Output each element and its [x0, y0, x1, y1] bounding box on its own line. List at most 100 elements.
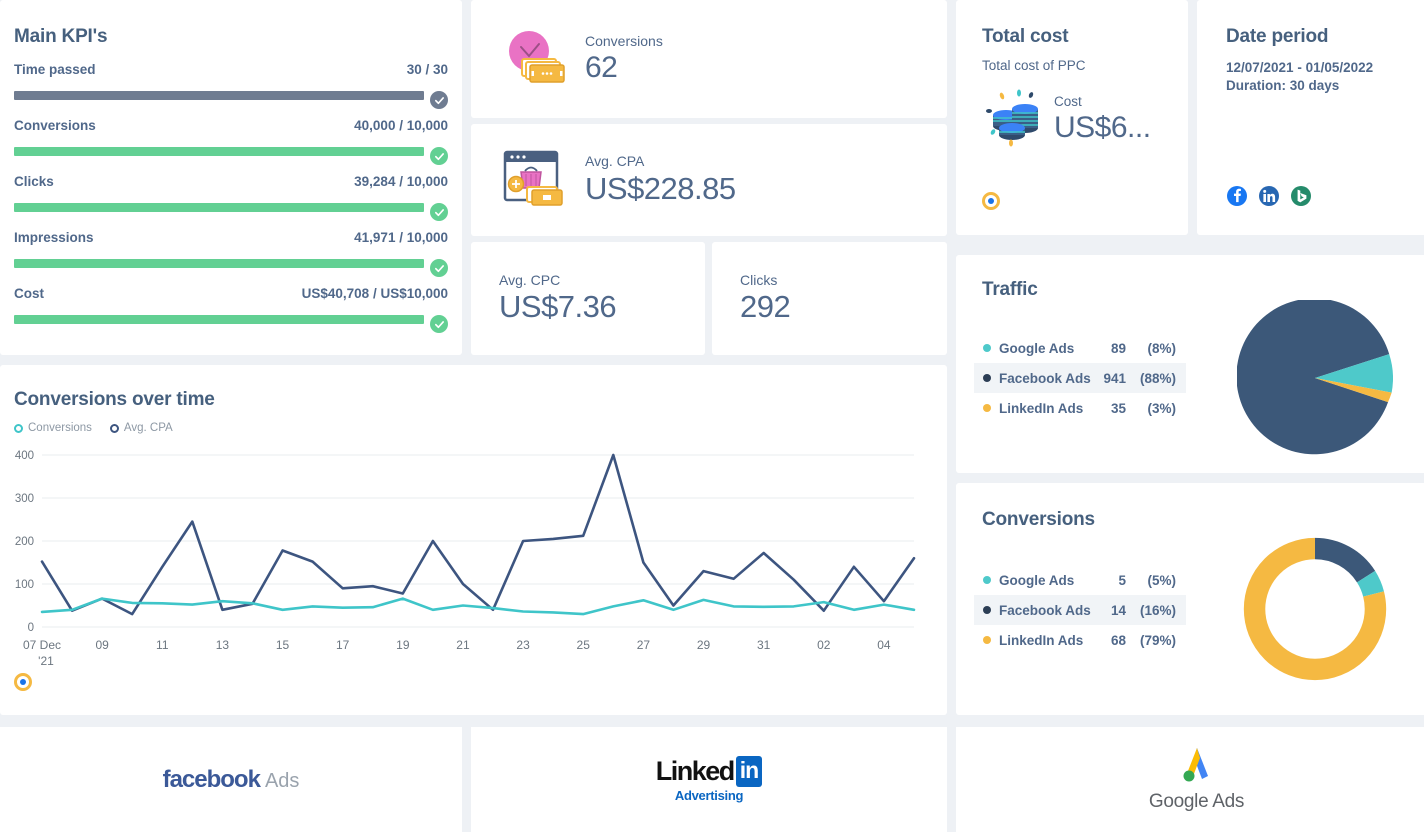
legend-row[interactable]: LinkedIn Ads 35 (3%): [974, 393, 1186, 423]
date-period-range: 12/07/2021 - 01/05/2022: [1226, 60, 1374, 75]
bing-icon[interactable]: [1290, 185, 1312, 207]
legend-row[interactable]: LinkedIn Ads 68 (79%): [974, 625, 1186, 655]
kpi-status-check-icon: [430, 203, 448, 221]
avg-cpa-metric-label: Avg. CPA: [585, 153, 645, 169]
svg-text:29: 29: [697, 638, 711, 652]
target-indicator-icon[interactable]: [14, 673, 32, 691]
kpi-row-label: Conversions: [14, 118, 96, 133]
date-period-card: Date period 12/07/2021 - 01/05/2022 Dura…: [1197, 0, 1424, 235]
line-chart-title: Conversions over time: [14, 389, 215, 410]
linkedin-in-box: in: [735, 756, 763, 787]
svg-text:200: 200: [15, 536, 34, 548]
linkedin-icon[interactable]: [1258, 185, 1280, 207]
traffic-pie-chart: [1236, 298, 1393, 461]
google-ads-logo-card: Google Ads: [956, 727, 1424, 832]
kpi-row: Conversions 40,000 / 10,000: [14, 118, 448, 165]
legend-value: 89: [1110, 340, 1126, 356]
legend-row[interactable]: Google Ads 89 (8%): [974, 333, 1186, 363]
avg-cpc-metric-value: US$7.36: [499, 289, 617, 324]
traffic-title: Traffic: [982, 279, 1038, 300]
kpi-row-label: Clicks: [14, 174, 54, 189]
avg-cpc-metric-label: Avg. CPC: [499, 272, 561, 288]
svg-text:300: 300: [15, 493, 34, 505]
line-legend-ring-icon: [14, 423, 23, 433]
linkedin-wordmark: Linked: [655, 756, 736, 786]
legend-label: LinkedIn Ads: [999, 632, 1084, 648]
main-kpi-title: Main KPI's: [14, 26, 108, 47]
legend-percent: (88%): [1139, 370, 1176, 386]
kpi-progress-track: [14, 315, 424, 324]
kpi-row-value: 39,284 / 10,000: [354, 174, 448, 189]
svg-text:15: 15: [276, 638, 290, 652]
legend-row[interactable]: Facebook Ads 14 (16%): [974, 595, 1186, 625]
svg-text:11: 11: [156, 638, 169, 652]
legend-color-dot: [983, 374, 991, 382]
legend-value: 941: [1103, 370, 1126, 386]
line-legend-label: Avg. CPA: [123, 422, 173, 434]
legend-value: 35: [1110, 400, 1126, 416]
kpi-row-value: 41,971 / 10,000: [354, 230, 448, 245]
svg-text:07 Dec: 07 Dec: [23, 638, 61, 652]
kpi-progress-track: [14, 91, 424, 100]
conversions-money-icon: [499, 25, 571, 94]
social-icons-row: [1226, 185, 1312, 207]
total-cost-title: Total cost: [982, 26, 1069, 47]
coins-stack-icon: [982, 87, 1048, 152]
facebook-wordmark: facebook: [162, 765, 261, 793]
legend-percent: (16%): [1139, 602, 1176, 618]
legend-percent: (8%): [1147, 340, 1176, 356]
kpi-status-check-icon: [430, 91, 448, 109]
kpi-progress-track: [14, 259, 424, 268]
avg-cpa-metric-card: Avg. CPA US$228.85: [471, 124, 947, 236]
svg-text:400: 400: [15, 450, 34, 462]
avg-cpa-metric-value: US$228.85: [585, 171, 736, 206]
legend-label: Facebook Ads: [999, 370, 1091, 386]
facebook-ads-suffix: Ads: [264, 769, 300, 792]
conversions-breakdown-title: Conversions: [982, 509, 1095, 530]
legend-color-dot: [983, 576, 991, 584]
legend-color-dot: [983, 344, 991, 352]
linkedin-advertising-logo: Linked in Advertising: [655, 756, 763, 803]
clicks-metric-value: 292: [740, 289, 791, 324]
kpi-progress-track: [14, 147, 424, 156]
line-legend-item[interactable]: Avg. CPA: [109, 422, 173, 434]
kpi-status-check-icon: [430, 147, 448, 165]
kpi-row-label: Cost: [14, 286, 44, 301]
kpi-progress-fill: [14, 203, 424, 212]
svg-text:27: 27: [637, 638, 651, 652]
svg-text:17: 17: [336, 638, 350, 652]
facebook-icon[interactable]: [1226, 185, 1248, 207]
facebook-ads-logo: facebook Ads: [163, 766, 300, 794]
line-legend-item[interactable]: Conversions: [14, 422, 92, 434]
svg-text:02: 02: [817, 638, 831, 652]
clicks-metric-card: Clicks 292: [712, 242, 947, 355]
line-chart-legend: Conversions Avg. CPA: [14, 422, 947, 434]
svg-text:0: 0: [28, 622, 34, 634]
legend-label: LinkedIn Ads: [999, 400, 1084, 416]
svg-text:19: 19: [396, 638, 410, 652]
kpi-row-label: Time passed: [14, 62, 96, 77]
google-ads-logo: Google Ads: [1149, 746, 1244, 813]
legend-label: Facebook Ads: [999, 602, 1091, 618]
kpi-row: Impressions 41,971 / 10,000: [14, 230, 448, 277]
legend-color-dot: [983, 606, 991, 614]
legend-value: 14: [1110, 602, 1126, 618]
conversions-donut-chart: [1237, 531, 1393, 692]
svg-text:31: 31: [757, 638, 771, 652]
target-indicator-icon[interactable]: [982, 192, 1000, 210]
traffic-legend: Google Ads 89 (8%) Facebook Ads 941 (88%) Link…: [974, 333, 1186, 423]
kpi-row-label: Impressions: [14, 230, 94, 245]
kpi-row-value: 30 / 30: [406, 62, 448, 77]
total-cost-value: US$6...: [1054, 111, 1151, 144]
legend-value: 5: [1118, 572, 1126, 588]
kpi-status-check-icon: [430, 315, 448, 333]
conversions-metric-label: Conversions: [585, 33, 663, 49]
line-legend-ring-icon: [109, 423, 119, 433]
kpi-row: Clicks 39,284 / 10,000: [14, 174, 448, 221]
legend-row[interactable]: Facebook Ads 941 (88%): [974, 363, 1186, 393]
kpi-progress-track: [14, 203, 424, 212]
facebook-ads-logo-card: facebook Ads: [0, 727, 462, 832]
conversions-metric-card: Conversions 62: [471, 0, 947, 118]
linkedin-advertising-logo-card: Linked in Advertising: [471, 727, 947, 832]
legend-row[interactable]: Google Ads 5 (5%): [974, 565, 1186, 595]
